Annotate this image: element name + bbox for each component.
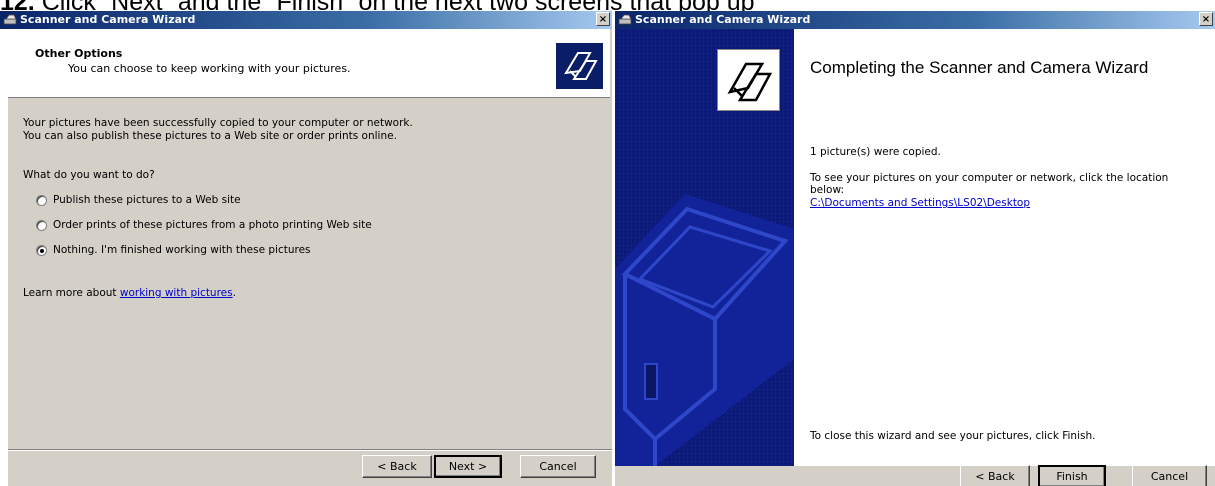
button-bar [615, 466, 1215, 486]
wizard-window-completing: Scanner and Camera Wizard × Completing t… [615, 11, 1215, 486]
title-bar[interactable]: Scanner and Camera Wizard × [615, 11, 1215, 29]
header-band: Other Options You can choose to keep wor… [8, 29, 610, 98]
wizard-window-other-options: Scanner and Camera Wizard × Other Option… [0, 11, 612, 486]
back-button[interactable]: < Back [960, 465, 1030, 486]
back-button[interactable]: < Back [362, 455, 432, 478]
learn-more-prefix: Learn more about [23, 287, 120, 299]
cancel-button[interactable]: Cancel [1132, 465, 1207, 486]
close-instruction: To close this wizard and see your pictur… [810, 430, 1096, 442]
title-bar[interactable]: Scanner and Camera Wizard × [0, 11, 612, 29]
close-button[interactable]: × [1199, 12, 1213, 26]
next-button[interactable]: Next > [434, 455, 502, 478]
copied-count-text: 1 picture(s) were copied. [810, 146, 941, 158]
learn-more-suffix: . [232, 287, 236, 299]
finish-button[interactable]: Finish [1038, 465, 1106, 486]
cancel-button[interactable]: Cancel [520, 455, 596, 478]
option-label: Nothing. I'm finished working with these… [53, 244, 311, 256]
radio-button[interactable] [36, 220, 47, 231]
option-label: Order prints of these pictures from a ph… [53, 219, 372, 231]
option-nothing-finished[interactable]: Nothing. I'm finished working with these… [36, 244, 436, 258]
location-link-wrap: C:\Documents and Settings\LS02\Desktop [810, 197, 1030, 209]
window-left-border [0, 29, 8, 486]
wizard-header-icon [717, 49, 780, 111]
close-button[interactable]: × [596, 12, 610, 26]
wizard-side-banner [615, 29, 794, 466]
wizard-content: Completing the Scanner and Camera Wizard… [794, 29, 1215, 466]
page-title: Completing the Scanner and Camera Wizard [810, 58, 1149, 77]
question-label: What do you want to do? [23, 169, 155, 181]
intro-line-1: Your pictures have been successfully cop… [23, 117, 413, 129]
intro-line-2: You can also publish these pictures to a… [23, 130, 397, 142]
radio-button[interactable] [36, 195, 47, 206]
window-title: Scanner and Camera Wizard [635, 13, 811, 26]
page-title: Other Options [35, 47, 123, 60]
option-label: Publish these pictures to a Web site [53, 194, 241, 206]
radio-button-selected[interactable] [36, 245, 47, 256]
working-with-pictures-link[interactable]: working with pictures [120, 287, 233, 299]
page-subtitle: You can choose to keep working with your… [68, 62, 351, 75]
button-separator [8, 449, 612, 451]
option-order-prints[interactable]: Order prints of these pictures from a ph… [36, 219, 436, 233]
learn-more-text: Learn more about working with pictures. [23, 287, 236, 299]
desktop-location-link[interactable]: C:\Documents and Settings\LS02\Desktop [810, 197, 1030, 209]
option-publish-web[interactable]: Publish these pictures to a Web site [36, 194, 436, 208]
scanner-camera-icon [3, 14, 17, 25]
scanner-camera-icon [618, 14, 632, 25]
window-title: Scanner and Camera Wizard [20, 13, 196, 26]
location-instruction: To see your pictures on your computer or… [810, 172, 1169, 196]
wizard-header-icon [556, 43, 603, 89]
